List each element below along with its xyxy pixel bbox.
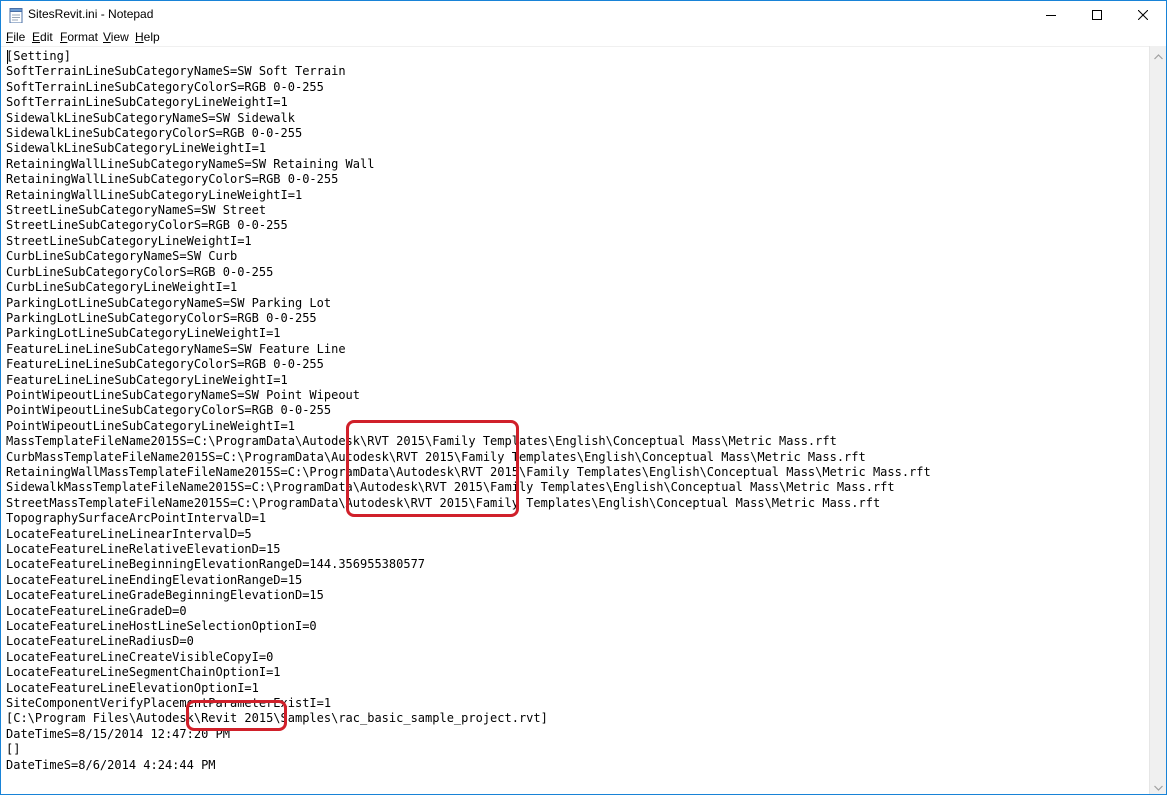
text-line[interactable]: PointWipeoutLineSubCategoryLineWeightI=1 xyxy=(6,419,295,433)
text-line[interactable]: FeatureLineLineSubCategoryLineWeightI=1 xyxy=(6,373,288,387)
window-title: SitesRevit.ini - Notepad xyxy=(28,7,154,21)
text-line[interactable]: RetainingWallLineSubCategoryColorS=RGB 0… xyxy=(6,172,338,186)
text-line[interactable]: [] xyxy=(6,742,20,756)
text-line[interactable]: ParkingLotLineSubCategoryNameS=SW Parkin… xyxy=(6,296,331,310)
minimize-icon xyxy=(1046,10,1056,20)
text-line[interactable]: LocateFeatureLineRadiusD=0 xyxy=(6,634,194,648)
text-line[interactable]: [Setting] xyxy=(6,49,71,63)
notepad-icon xyxy=(9,8,23,24)
text-line[interactable]: TopographySurfaceArcPointIntervalD=1 xyxy=(6,511,266,525)
text-line[interactable]: [C:\Program Files\Autodesk\Revit 2015\Sa… xyxy=(6,711,548,725)
text-line[interactable]: ParkingLotLineSubCategoryLineWeightI=1 xyxy=(6,326,281,340)
text-line[interactable]: StreetMassTemplateFileName2015S=C:\Progr… xyxy=(6,496,880,510)
text-line[interactable]: CurbLineSubCategoryColorS=RGB 0-0-255 xyxy=(6,265,273,279)
text-line[interactable]: PointWipeoutLineSubCategoryNameS=SW Poin… xyxy=(6,388,360,402)
close-button[interactable] xyxy=(1120,1,1166,29)
text-line[interactable]: LocateFeatureLineGradeBeginningElevation… xyxy=(6,588,324,602)
menu-bar: File Edit Format View Help xyxy=(1,29,1166,45)
text-line[interactable]: StreetLineSubCategoryColorS=RGB 0-0-255 xyxy=(6,218,288,232)
text-line[interactable]: RetainingWallMassTemplateFileName2015S=C… xyxy=(6,465,931,479)
text-line[interactable]: CurbLineSubCategoryLineWeightI=1 xyxy=(6,280,237,294)
menu-edit[interactable]: Edit xyxy=(32,30,53,44)
text-line[interactable]: CurbLineSubCategoryNameS=SW Curb xyxy=(6,249,237,263)
text-line[interactable]: LocateFeatureLineHostLineSelectionOption… xyxy=(6,619,317,633)
maximize-icon xyxy=(1092,10,1102,20)
close-icon xyxy=(1138,10,1148,20)
maximize-button[interactable] xyxy=(1074,1,1120,29)
text-line[interactable]: LocateFeatureLineLinearIntervalD=5 xyxy=(6,527,252,541)
text-line[interactable]: LocateFeatureLineEndingElevationRangeD=1… xyxy=(6,573,302,587)
text-line[interactable]: LocateFeatureLineGradeD=0 xyxy=(6,604,187,618)
text-editor[interactable]: [Setting] SoftTerrainLineSubCategoryName… xyxy=(1,46,1149,794)
text-line[interactable]: SiteComponentVerifyPlacementParameterExi… xyxy=(6,696,331,710)
text-line[interactable]: PointWipeoutLineSubCategoryColorS=RGB 0-… xyxy=(6,403,331,417)
menu-view[interactable]: View xyxy=(103,30,129,44)
text-line[interactable]: RetainingWallLineSubCategoryNameS=SW Ret… xyxy=(6,157,374,171)
text-line[interactable]: ParkingLotLineSubCategoryColorS=RGB 0-0-… xyxy=(6,311,317,325)
text-caret xyxy=(7,50,8,64)
minimize-button[interactable] xyxy=(1028,1,1074,29)
text-line[interactable]: FeatureLineLineSubCategoryNameS=SW Featu… xyxy=(6,342,346,356)
text-line[interactable]: LocateFeatureLineCreateVisibleCopyI=0 xyxy=(6,650,273,664)
text-line[interactable]: LocateFeatureLineSegmentChainOptionI=1 xyxy=(6,665,281,679)
editor-text[interactable]: [Setting] SoftTerrainLineSubCategoryName… xyxy=(6,49,931,773)
text-line[interactable]: DateTimeS=8/6/2014 4:24:44 PM xyxy=(6,758,216,772)
text-line[interactable]: LocateFeatureLineBeginningElevationRange… xyxy=(6,557,425,571)
text-line[interactable]: DateTimeS=8/15/2014 12:47:20 PM xyxy=(6,727,230,741)
text-line[interactable]: CurbMassTemplateFileName2015S=C:\Program… xyxy=(6,450,866,464)
text-line[interactable]: SidewalkLineSubCategoryColorS=RGB 0-0-25… xyxy=(6,126,302,140)
vertical-scrollbar[interactable] xyxy=(1149,46,1166,794)
scroll-up-button[interactable] xyxy=(1150,45,1166,64)
menu-help[interactable]: Help xyxy=(135,30,160,44)
chevron-down-icon xyxy=(1154,776,1163,794)
notepad-window: SitesRevit.ini - Notepad File Edit Forma… xyxy=(0,0,1167,795)
chevron-up-icon xyxy=(1154,45,1163,64)
text-line[interactable]: RetainingWallLineSubCategoryLineWeightI=… xyxy=(6,188,302,202)
text-line[interactable]: SoftTerrainLineSubCategoryLineWeightI=1 xyxy=(6,95,288,109)
scroll-down-button[interactable] xyxy=(1150,776,1166,794)
text-line[interactable]: SidewalkLineSubCategoryNameS=SW Sidewalk xyxy=(6,111,295,125)
text-line[interactable]: LocateFeatureLineElevationOptionI=1 xyxy=(6,681,259,695)
menu-format[interactable]: Format xyxy=(60,30,98,44)
text-line[interactable]: StreetLineSubCategoryLineWeightI=1 xyxy=(6,234,252,248)
text-line[interactable]: FeatureLineLineSubCategoryColorS=RGB 0-0… xyxy=(6,357,324,371)
menu-file[interactable]: File xyxy=(6,30,25,44)
text-line[interactable]: SoftTerrainLineSubCategoryColorS=RGB 0-0… xyxy=(6,80,324,94)
title-bar[interactable]: SitesRevit.ini - Notepad xyxy=(1,1,1166,29)
text-line[interactable]: StreetLineSubCategoryNameS=SW Street xyxy=(6,203,266,217)
text-line[interactable]: SidewalkLineSubCategoryLineWeightI=1 xyxy=(6,141,266,155)
text-line[interactable]: SoftTerrainLineSubCategoryNameS=SW Soft … xyxy=(6,64,346,78)
text-line[interactable]: SidewalkMassTemplateFileName2015S=C:\Pro… xyxy=(6,480,895,494)
text-line[interactable]: LocateFeatureLineRelativeElevationD=15 xyxy=(6,542,281,556)
text-line[interactable]: MassTemplateFileName2015S=C:\ProgramData… xyxy=(6,434,837,448)
